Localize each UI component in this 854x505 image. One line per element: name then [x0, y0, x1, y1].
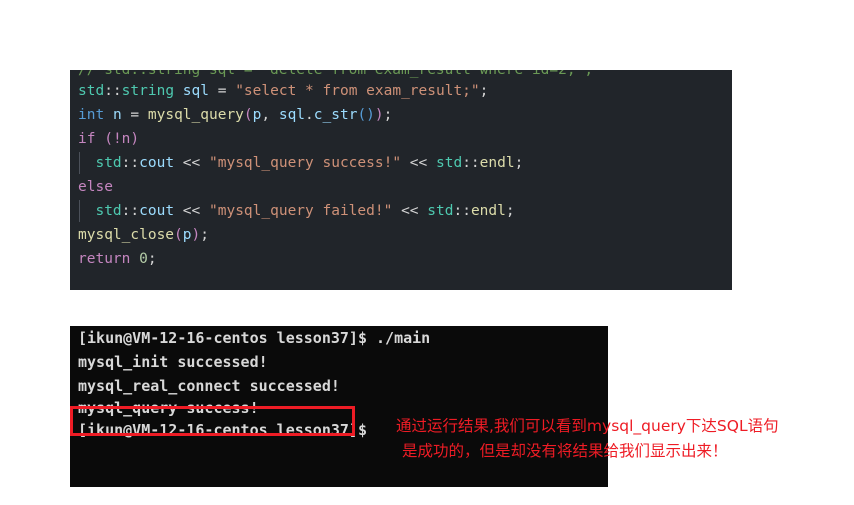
token-select-string: "select * from exam_result;" [235, 83, 480, 99]
token-not-n: !n [112, 131, 131, 147]
token-string-type: string [121, 83, 175, 99]
token-scope-4: :: [121, 203, 140, 219]
terminal-line-mysql-real-connect: mysql_real_connect successed! [78, 377, 340, 395]
token-mysql-close-fn: mysql_close [78, 227, 175, 243]
code-line-cout-success: std::cout << "mysql_query success!" << s… [70, 151, 732, 175]
code-line-else: else [70, 175, 732, 199]
token-semicolon-3: ; [514, 155, 524, 171]
token-rparen-1: ) [374, 107, 384, 123]
code-editor-block: // std::string sql = "delete from exam_r… [70, 70, 732, 290]
code-line-if: if (!n) [70, 127, 732, 151]
token-mysql-query-fn: mysql_query [147, 107, 244, 123]
token-endl-2: endl [470, 203, 506, 219]
token-assign-2: = [130, 107, 140, 123]
token-comma-1: , [261, 107, 271, 123]
token-cout-1: cout [139, 155, 175, 171]
token-failed-string: "mysql_query failed!" [209, 203, 393, 219]
annotation-line-1: 通过运行结果,我们可以看到mysql_query下达SQL语句 [396, 417, 779, 435]
token-scope-2: :: [121, 155, 140, 171]
code-line-mysql-close: mysql_close(p); [70, 223, 732, 247]
code-line-declare-sql: std::string sql = "select * from exam_re… [70, 79, 732, 103]
token-semicolon-1: ; [479, 83, 489, 99]
token-shift-4: << [401, 203, 419, 219]
token-else-keyword: else [78, 179, 113, 195]
token-p-var-2: p [182, 227, 192, 243]
token-lparen-2: ( [357, 107, 367, 123]
token-lparen-4: ( [174, 227, 183, 243]
token-lparen-3: ( [104, 131, 113, 147]
token-semicolon-5: ; [200, 227, 209, 243]
token-std: std [78, 83, 105, 99]
token-semicolon-4: ; [505, 203, 515, 219]
token-scope-5: :: [453, 203, 471, 219]
token-endl-1: endl [479, 155, 515, 171]
token-zero: 0 [139, 251, 148, 267]
token-rparen-3: ) [130, 131, 140, 147]
token-rparen-2: ) [366, 107, 375, 123]
code-line-return: return 0; [70, 247, 732, 271]
token-if-keyword: if [78, 131, 96, 147]
code-line-mysql-query: int n = mysql_query(p, sql.c_str()); [70, 103, 732, 127]
token-int: int [78, 107, 105, 123]
code-line-cout-failed: std::cout << "mysql_query failed!" << st… [70, 199, 732, 223]
code-line-comment-delete: // std::string sql = "delete from exam_r… [70, 70, 732, 79]
token-return-keyword: return [78, 251, 131, 267]
token-semicolon-2: ; [383, 107, 393, 123]
terminal-line-command: [ikun@VM-12-16-centos lesson37]$ ./main [78, 329, 431, 347]
token-std-5: std [427, 203, 454, 219]
token-shift-2: << [409, 155, 428, 171]
token-scope-3: :: [462, 155, 480, 171]
token-lparen-1: ( [243, 107, 253, 123]
token-success-string: "mysql_query success!" [209, 155, 402, 171]
token-cstr-fn: c_str [313, 107, 358, 123]
token-dot-1: . [305, 107, 314, 123]
annotation-line-2: 是成功的，但是却没有将结果给我们显示出来！ [402, 442, 728, 460]
terminal-line-mysql-init: mysql_init successed! [78, 353, 268, 371]
token-std-4: std [95, 203, 122, 219]
token-rparen-4: ) [191, 227, 201, 243]
token-shift-3: << [182, 203, 201, 219]
token-cout-2: cout [139, 203, 175, 219]
annotation-text: 通过运行结果,我们可以看到mysql_query下达SQL语句 是成功的，但是却… [396, 414, 846, 464]
token-semicolon-6: ; [147, 251, 157, 267]
token-sql-var: sql [182, 83, 209, 99]
token-std-3: std [436, 155, 463, 171]
token-shift-1: << [182, 155, 201, 171]
token-scope-1: :: [104, 83, 122, 99]
token-n-var: n [112, 107, 122, 123]
token-std-2: std [95, 155, 122, 171]
token-sql-var-2: sql [278, 107, 306, 123]
code-comment-text: // std::string sql = "delete from exam_r… [78, 70, 594, 78]
